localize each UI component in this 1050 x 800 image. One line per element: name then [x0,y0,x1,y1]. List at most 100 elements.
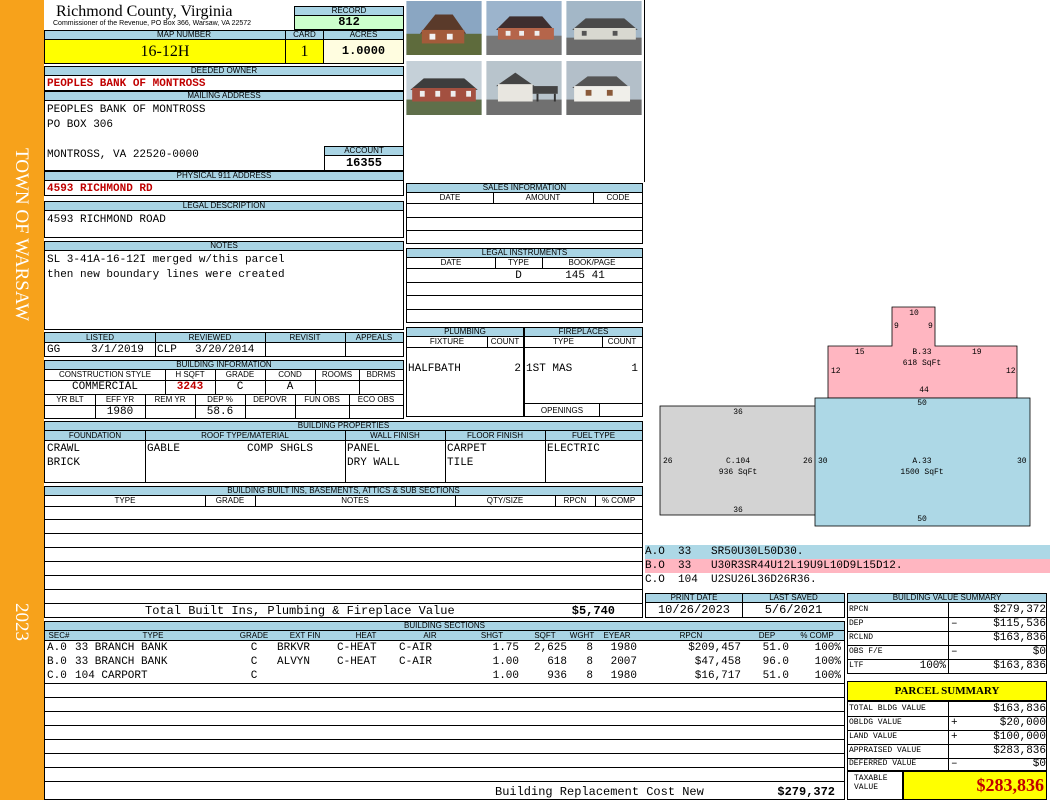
mailing-line-1: PEOPLES BANK OF MONTROSS [47,104,206,116]
print-date-value: 10/26/2023 [645,602,743,618]
legend-line-a: A.O 33 SR50U30L50D30. [645,545,1050,559]
b-dim-left: 12 [831,367,841,376]
physical-address-box: 4593 RICHMOND RD [44,180,404,196]
sales-header-code: CODE [606,193,630,202]
bs-cell: 100% [814,642,841,654]
listed-by: GG [47,344,61,356]
built-ins-total-label: Total Built Ins, Plumbing & Fireplace Va… [145,604,455,618]
vs-value-rpcn: $279,372 [993,604,1046,616]
photo-1[interactable] [405,0,483,56]
vs-label-ltf: LTF [849,661,864,670]
bs-header: RPCN [679,631,703,640]
bs-cell: 936 [547,670,567,682]
c-dim-bottom: 36 [733,506,743,515]
bs-cell: 51.0 [762,642,789,654]
bs-cell: C.0 [47,670,67,682]
b-dim-top: 10 [909,309,919,318]
legal-description-value: 4593 RICHMOND ROAD [47,214,166,226]
li-header-date: DATE [440,258,462,267]
a-dim-top: 50 [917,399,927,408]
bs-cell: 618 [547,656,567,668]
bs-header: SHGT [480,631,504,640]
notes-line-1: SL 3-41A-16-12I merged w/this parcel [47,254,285,266]
vs-label-rpcn: RPCN [849,605,869,614]
bs-cell: $209,457 [688,642,741,654]
photo-6[interactable] [565,60,643,116]
plumbing-header-count: COUNT [490,337,520,346]
legend-line-b: B.O 33 U30R3SR44U12L19U9L10D9L15D12. [645,559,1050,573]
ps-label-land: LAND VALUE [849,732,898,741]
parcel-summary-title: PARCEL SUMMARY [847,681,1047,701]
bs-cell: 100% [814,656,841,668]
bp-foundation-2: BRICK [47,457,81,469]
a-dim-bottom: 50 [917,515,927,524]
bs-header: AIR [423,631,437,640]
photo-4[interactable] [405,60,483,116]
c-section-label: C.104 [725,457,750,466]
sales-header-amount: AMOUNT [525,193,561,202]
bi-dep: 58.6 [206,406,234,418]
ps-value-obldg: $20,000 [999,717,1046,729]
listed-date: 3/1/2019 [91,344,144,356]
b-dim-left-top: 15 [855,348,865,357]
photo-3[interactable] [565,0,643,56]
bi-header-grade: GRADE [225,370,255,379]
commissioner-text: Commissioner of the Revenue, PO Box 366,… [53,20,252,27]
bi-hsqft: 3243 [176,381,204,393]
bin-header-grade: GRADE [215,496,245,505]
bi-header-funobs: FUN OBS [304,395,340,404]
b-dim-bottom: 44 [919,386,929,395]
vs-value-ltf: $163,836 [993,660,1046,672]
bs-cell: 51.0 [762,670,789,682]
bp-wall-1: PANEL [347,443,381,455]
bs-cell: 1.75 [492,642,519,654]
county-header: Richmond County, Virginia Commissioner o… [44,0,294,30]
bs-header: EYEAR [603,631,631,640]
sketch-labels: 10 9 9 15 19 12 12 44 B.33 618 SqFt 50 3… [645,0,1050,545]
bi-header-remyr: REM YR [154,395,186,404]
reviewed-header: REVIEWED [188,333,232,342]
vs-value-obs: $0 [1032,646,1046,658]
ps-value-appraised: $283,836 [993,745,1046,757]
bs-cell: 8 [586,656,593,668]
bs-cell: 100% [814,670,841,682]
bs-header: TYPE [142,631,164,640]
town-label: TOWN OF WARSAW [11,148,32,322]
plumbing-header-fixture: FIXTURE [429,337,465,346]
bi-style: COMMERCIAL [71,381,138,393]
photo-5[interactable] [485,60,563,116]
map-number-value: 16-12H [44,39,286,64]
fireplace-count: 1 [631,363,638,375]
account-value: 16355 [324,155,404,171]
bs-cell: 104 CARPORT [75,670,148,682]
bp-header-fuel: FUEL TYPE [571,431,616,440]
a-dim-left: 30 [818,457,828,466]
bs-header: % COMP [800,631,834,640]
bin-header-qty: QTY/SIZE [486,496,524,505]
notes-line-2: then new boundary lines were created [47,269,285,281]
plumbing-count: 2 [514,363,521,375]
deeded-owner-value: PEOPLES BANK OF MONTROSS [47,78,206,90]
bin-header-comp: % COMP [601,496,636,505]
building-properties-table: FOUNDATION ROOF TYPE/MATERIAL WALL FINIS… [44,430,643,483]
bs-cell: $47,458 [694,656,741,668]
bs-header: SQFT [534,631,556,640]
bs-header: GRADE [239,631,269,640]
bi-header-ecoobs: ECO OBS [357,395,395,404]
sales-header-date: DATE [439,193,461,202]
bp-roof-material: COMP SHGLS [247,443,314,455]
ps-value-land: $100,000 [993,731,1046,743]
bi-grade: C [236,381,244,393]
ps-label-deferred: DEFERRED VALUE [849,759,917,768]
b-section-label: B.33 [912,348,932,357]
bs-cell: 1.00 [492,656,519,668]
a-section-area: 1500 SqFt [900,468,944,477]
bi-header-cond: COND [278,370,302,379]
vs-label-obs: OBS F/E [849,647,883,656]
deeded-owner-box: PEOPLES BANK OF MONTROSS [44,75,404,91]
bp-roof-type: GABLE [147,443,181,455]
bi-header-yrblt: YR BLT [56,395,84,404]
photo-2[interactable] [485,0,563,56]
value-summary-table: RPCN $279,372 DEP – $115,536 RCLND $163,… [847,602,1047,674]
fireplace-header-type: TYPE [553,337,574,346]
